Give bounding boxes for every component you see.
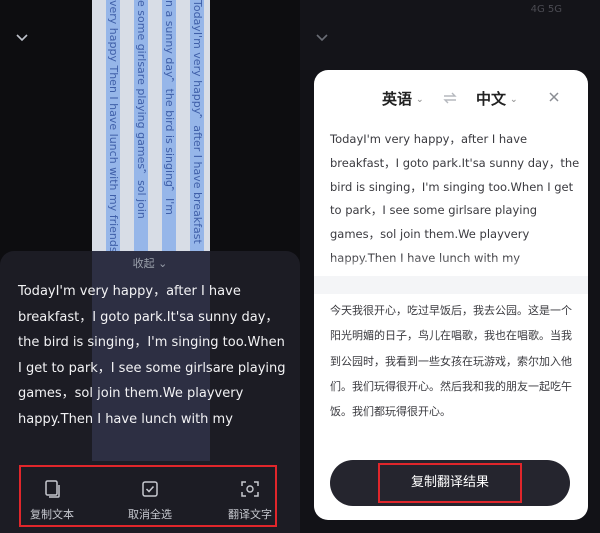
- target-language-select[interactable]: 中文 ⌄: [476, 88, 518, 109]
- target-language-label: 中文: [476, 90, 507, 108]
- highlight-frame: [19, 465, 277, 527]
- collapse-label: 收起: [132, 257, 155, 270]
- status-text: 4G 5G: [530, 4, 562, 15]
- text-fade: [314, 256, 588, 278]
- translation-pane: 4G 5G 英语 ⌄ 中文 ⌄ TodayI'm very happy，after …: [300, 0, 600, 533]
- translated-text: 今天我很开心，吃过早饭后，我去公园。这是一个阳光明媚的日子，鸟儿在唱歌，我也在唱…: [330, 304, 572, 419]
- translation-card: 英语 ⌄ 中文 ⌄ TodayI'm very happy，after I have…: [314, 70, 588, 520]
- highlight-frame: [378, 463, 522, 503]
- source-language-label: 英语: [382, 90, 413, 108]
- paper-line: very happy Then I have lunch with my fri…: [106, 0, 120, 262]
- paper-line: TodayI'm very happy，after I have breakfa…: [190, 0, 204, 262]
- chevron-down-icon[interactable]: [14, 30, 30, 46]
- photo-paper: TodayI'm very happy，after I have breakfa…: [92, 0, 210, 262]
- swap-languages-icon[interactable]: [441, 89, 459, 107]
- recognized-text[interactable]: TodayI'm very happy，after I have breakfa…: [18, 279, 288, 432]
- chevron-down-icon: ⌄: [416, 94, 424, 105]
- collapse-button[interactable]: 收起 ⌄: [0, 255, 300, 271]
- paper-line: e some girlsare playing games，sol join: [134, 0, 148, 262]
- source-language-select[interactable]: 英语 ⌄: [382, 88, 424, 109]
- chevron-down-icon[interactable]: [314, 30, 330, 46]
- divider: [314, 276, 588, 294]
- camera-text-pane: TodayI'm very happy，after I have breakfa…: [0, 0, 300, 533]
- language-selector: 英语 ⌄ 中文 ⌄: [314, 88, 588, 110]
- paper-line: n a sunny day，the bird is singing，I'm: [162, 0, 176, 262]
- close-icon[interactable]: [546, 89, 562, 105]
- source-text: TodayI'm very happy，after I have breakfa…: [330, 132, 580, 265]
- chevron-down-icon: ⌄: [510, 94, 518, 105]
- chevron-down-icon: ⌄: [158, 257, 168, 270]
